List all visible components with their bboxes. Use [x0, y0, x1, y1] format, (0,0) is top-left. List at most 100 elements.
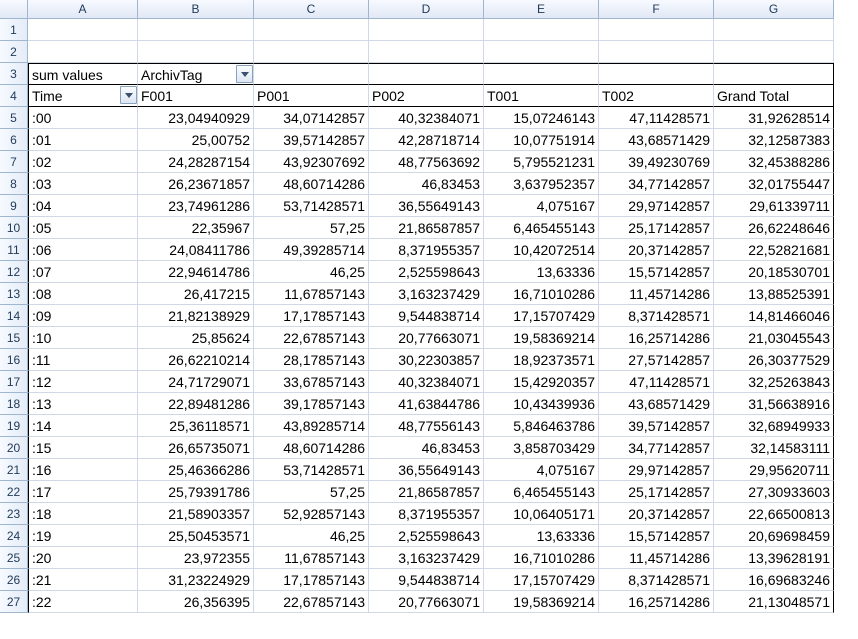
data-cell[interactable]: 20,69698459: [714, 525, 834, 547]
data-cell[interactable]: 20,77663071: [369, 327, 484, 349]
data-cell[interactable]: 47,11428571: [599, 371, 714, 393]
time-cell[interactable]: :20: [28, 547, 138, 569]
row-header-4[interactable]: 4: [0, 85, 28, 107]
data-cell[interactable]: 26,30377529: [714, 349, 834, 371]
cell[interactable]: [254, 41, 369, 63]
data-cell[interactable]: 34,77142857: [599, 437, 714, 459]
cell[interactable]: [28, 41, 138, 63]
cell[interactable]: [138, 41, 254, 63]
data-cell[interactable]: 53,71428571: [254, 459, 369, 481]
data-cell[interactable]: 48,60714286: [254, 437, 369, 459]
data-cell[interactable]: 14,81466046: [714, 305, 834, 327]
cell[interactable]: [484, 41, 599, 63]
cell[interactable]: [599, 19, 714, 41]
data-cell[interactable]: 43,92307692: [254, 151, 369, 173]
data-cell[interactable]: 8,371955357: [369, 503, 484, 525]
data-cell[interactable]: 25,17142857: [599, 481, 714, 503]
data-cell[interactable]: 32,14583111: [714, 437, 834, 459]
data-cell[interactable]: 46,83453: [369, 173, 484, 195]
pivot-row-field[interactable]: Time: [28, 85, 138, 107]
data-cell[interactable]: 17,17857143: [254, 569, 369, 591]
data-cell[interactable]: 27,57142857: [599, 349, 714, 371]
data-cell[interactable]: 34,77142857: [599, 173, 714, 195]
data-cell[interactable]: 23,04940929: [138, 107, 254, 129]
pivot-column-field[interactable]: ArchivTag: [138, 63, 254, 85]
data-cell[interactable]: 25,00752: [138, 129, 254, 151]
data-cell[interactable]: 22,67857143: [254, 327, 369, 349]
data-cell[interactable]: 32,68949933: [714, 415, 834, 437]
time-cell[interactable]: :13: [28, 393, 138, 415]
data-cell[interactable]: 53,71428571: [254, 195, 369, 217]
time-cell[interactable]: :19: [28, 525, 138, 547]
time-cell[interactable]: :10: [28, 327, 138, 349]
data-cell[interactable]: 10,06405171: [484, 503, 599, 525]
data-cell[interactable]: 43,68571429: [599, 129, 714, 151]
data-cell[interactable]: 28,17857143: [254, 349, 369, 371]
data-cell[interactable]: 40,32384071: [369, 107, 484, 129]
data-cell[interactable]: 5,846463786: [484, 415, 599, 437]
cell[interactable]: [714, 19, 834, 41]
data-cell[interactable]: 39,57142857: [599, 415, 714, 437]
cell[interactable]: [254, 63, 369, 85]
data-cell[interactable]: 22,35967: [138, 217, 254, 239]
data-cell[interactable]: 15,42920357: [484, 371, 599, 393]
data-cell[interactable]: 46,25: [254, 525, 369, 547]
data-cell[interactable]: 3,858703429: [484, 437, 599, 459]
data-cell[interactable]: 32,01755447: [714, 173, 834, 195]
data-cell[interactable]: 2,525598643: [369, 525, 484, 547]
data-cell[interactable]: 13,88525391: [714, 283, 834, 305]
time-cell[interactable]: :07: [28, 261, 138, 283]
data-cell[interactable]: 39,49230769: [599, 151, 714, 173]
pivot-col-F001[interactable]: F001: [138, 85, 254, 107]
data-cell[interactable]: 17,15707429: [484, 305, 599, 327]
data-cell[interactable]: 10,42072514: [484, 239, 599, 261]
data-cell[interactable]: 27,30933603: [714, 481, 834, 503]
pivot-col-T001[interactable]: T001: [484, 85, 599, 107]
data-cell[interactable]: 8,371428571: [599, 569, 714, 591]
data-cell[interactable]: 42,28718714: [369, 129, 484, 151]
data-cell[interactable]: 21,58903357: [138, 503, 254, 525]
data-cell[interactable]: 8,371428571: [599, 305, 714, 327]
row-header-20[interactable]: 20: [0, 437, 28, 459]
data-cell[interactable]: 31,56638916: [714, 393, 834, 415]
data-cell[interactable]: 40,32384071: [369, 371, 484, 393]
data-cell[interactable]: 3,163237429: [369, 283, 484, 305]
time-cell[interactable]: :11: [28, 349, 138, 371]
time-cell[interactable]: :04: [28, 195, 138, 217]
data-cell[interactable]: 25,79391786: [138, 481, 254, 503]
data-cell[interactable]: 5,795521231: [484, 151, 599, 173]
data-cell[interactable]: 9,544838714: [369, 305, 484, 327]
data-cell[interactable]: 16,25714286: [599, 591, 714, 613]
data-cell[interactable]: 17,17857143: [254, 305, 369, 327]
data-cell[interactable]: 3,637952357: [484, 173, 599, 195]
time-cell[interactable]: :03: [28, 173, 138, 195]
row-header-7[interactable]: 7: [0, 151, 28, 173]
row-header-21[interactable]: 21: [0, 459, 28, 481]
time-cell[interactable]: :08: [28, 283, 138, 305]
data-cell[interactable]: 23,74961286: [138, 195, 254, 217]
column-header-G[interactable]: G: [714, 0, 834, 19]
data-cell[interactable]: 15,07246143: [484, 107, 599, 129]
data-cell[interactable]: 43,68571429: [599, 393, 714, 415]
data-cell[interactable]: 13,39628191: [714, 547, 834, 569]
data-cell[interactable]: 39,57142857: [254, 129, 369, 151]
column-header-F[interactable]: F: [599, 0, 714, 19]
data-cell[interactable]: 21,03045543: [714, 327, 834, 349]
column-header-D[interactable]: D: [369, 0, 484, 19]
row-header-27[interactable]: 27: [0, 591, 28, 613]
time-cell[interactable]: :14: [28, 415, 138, 437]
data-cell[interactable]: 43,89285714: [254, 415, 369, 437]
row-field-dropdown[interactable]: [120, 86, 137, 104]
data-cell[interactable]: 21,86587857: [369, 217, 484, 239]
data-cell[interactable]: 17,15707429: [484, 569, 599, 591]
data-cell[interactable]: 24,71729071: [138, 371, 254, 393]
data-cell[interactable]: 11,45714286: [599, 547, 714, 569]
time-cell[interactable]: :05: [28, 217, 138, 239]
cell[interactable]: [484, 19, 599, 41]
time-cell[interactable]: :21: [28, 569, 138, 591]
row-header-22[interactable]: 22: [0, 481, 28, 503]
row-header-11[interactable]: 11: [0, 239, 28, 261]
data-cell[interactable]: 20,37142857: [599, 503, 714, 525]
data-cell[interactable]: 20,37142857: [599, 239, 714, 261]
cell[interactable]: [254, 19, 369, 41]
